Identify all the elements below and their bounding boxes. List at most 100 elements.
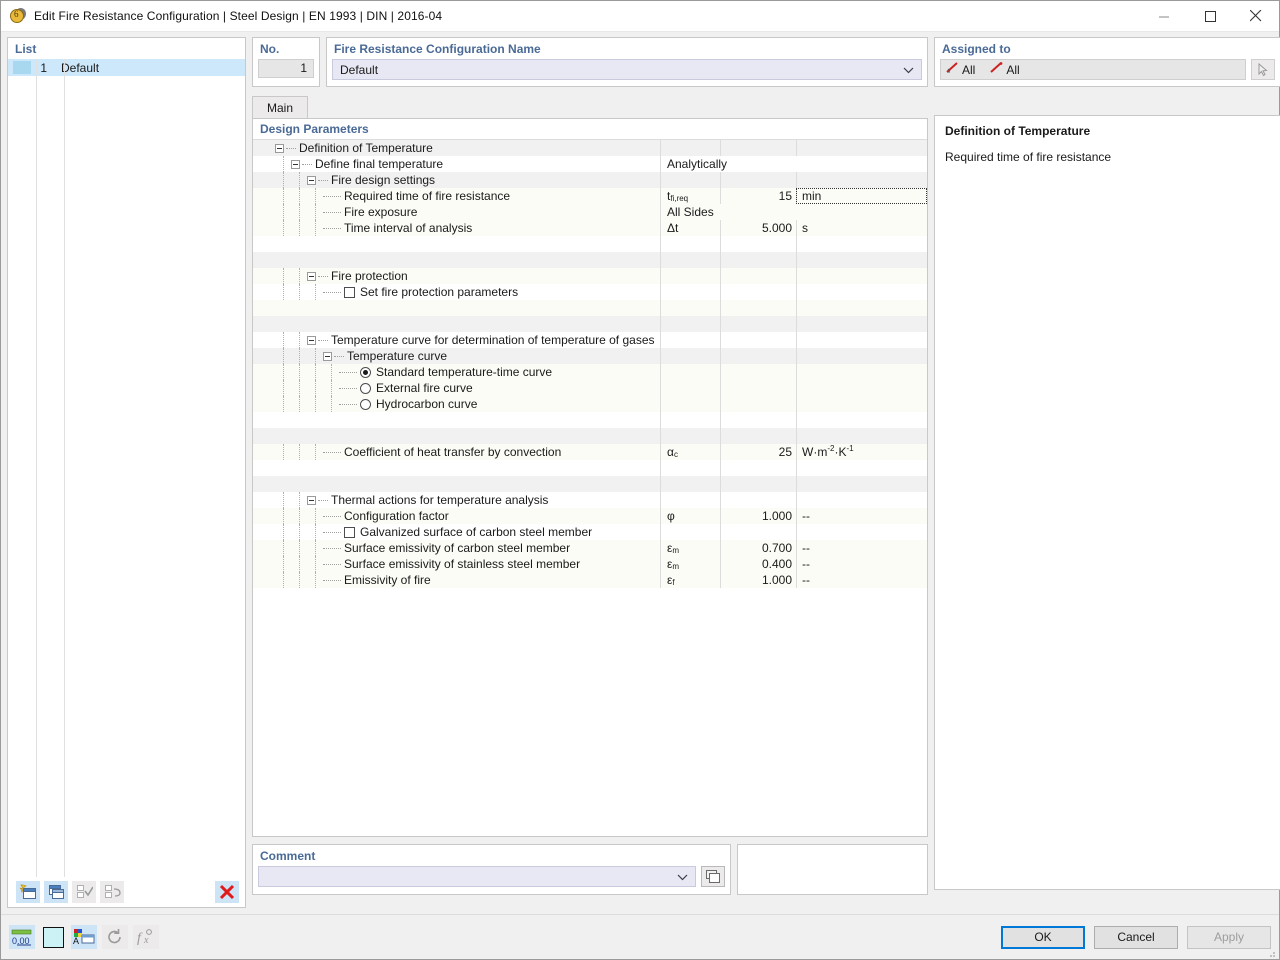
- tree-row-thermal-actions-for-temperature-analysis[interactable]: Thermal actions for temperature analysis: [253, 492, 927, 508]
- tree-unit-standard-temperature-time-curve[interactable]: [796, 364, 927, 380]
- tree-unit-definition-of-temperature[interactable]: [796, 140, 927, 156]
- tree-unit-fire-design-settings[interactable]: [796, 172, 927, 188]
- tree-row-fire-exposure[interactable]: Fire exposure All Sides: [253, 204, 927, 220]
- tree-row-surface-emissivity-of-stainless-steel-member[interactable]: Surface emissivity of stainless steel me…: [253, 556, 927, 572]
- checkbox-galvanized-surface-of-carbon-steel-member[interactable]: [344, 526, 355, 538]
- tree-unit-time-interval-of-analysis[interactable]: s: [796, 220, 927, 236]
- close-icon[interactable]: [1233, 1, 1279, 32]
- tree-collapse-icon[interactable]: [307, 335, 316, 345]
- tree-collapse-icon[interactable]: [275, 143, 284, 153]
- tree-value-fire-design-settings[interactable]: [720, 172, 796, 188]
- color-swatch-button[interactable]: [40, 925, 66, 949]
- tree-unit-set-fire-protection-parameters[interactable]: [796, 284, 927, 300]
- tree-row-coefficient-of-heat-transfer-by-convection[interactable]: Coefficient of heat transfer by convecti…: [253, 444, 927, 460]
- tree-value-set-fire-protection-parameters[interactable]: [720, 284, 796, 300]
- tree-value-time-interval-of-analysis[interactable]: 5.000: [720, 220, 796, 236]
- tree-collapse-icon[interactable]: [323, 351, 332, 361]
- decimal-places-button[interactable]: 0.00: [9, 925, 35, 949]
- tree-unit-temperature-curve-for-gases[interactable]: [796, 332, 927, 348]
- tree-collapse-icon[interactable]: [291, 159, 300, 169]
- chevron-down-icon[interactable]: [677, 870, 688, 884]
- tree-row-configuration-factor[interactable]: Configuration factor φ 1.000 --: [253, 508, 927, 524]
- tree-row-required-time-of-fire-resistance[interactable]: Required time of fire resistance t fi,req 1…: [253, 188, 927, 204]
- tree-value-external-fire-curve[interactable]: [720, 380, 796, 396]
- tree-row-fire-design-settings[interactable]: Fire design settings: [253, 172, 927, 188]
- tree-row-temperature-curve[interactable]: Temperature curve: [253, 348, 927, 364]
- tree-value-hydrocarbon-curve[interactable]: [720, 396, 796, 412]
- tree-unit-galvanized-surface-of-carbon-steel-member[interactable]: [796, 524, 927, 540]
- tree-row-standard-temperature-time-curve[interactable]: Standard temperature-time curve: [253, 364, 927, 380]
- tree-row-define-final-temperature[interactable]: Define final temperature Analytically: [253, 156, 927, 172]
- display-properties-button[interactable]: A: [71, 925, 97, 949]
- tree-value-surface-emissivity-of-stainless-steel-member[interactable]: 0.400: [720, 556, 796, 572]
- tree-unit-configuration-factor[interactable]: --: [796, 508, 927, 524]
- tree-unit-emissivity-of-fire[interactable]: --: [796, 572, 927, 588]
- tree-value-configuration-factor[interactable]: 1.000: [720, 508, 796, 524]
- list-item[interactable]: 1 Default: [8, 59, 245, 76]
- configuration-name-combobox[interactable]: Default: [332, 59, 922, 80]
- tree-unit-hydrocarbon-curve[interactable]: [796, 396, 927, 412]
- assigned-to-field[interactable]: All All: [940, 59, 1246, 80]
- tree-unit-required-time-of-fire-resistance[interactable]: min: [796, 188, 927, 204]
- tree-unit-external-fire-curve[interactable]: [796, 380, 927, 396]
- parameter-tree[interactable]: Definition of Temperature Define final te…: [253, 140, 927, 836]
- tree-value-surface-emissivity-of-carbon-steel-member[interactable]: 0.700: [720, 540, 796, 556]
- tree-value-temperature-curve-for-gases[interactable]: [720, 332, 796, 348]
- tree-row-galvanized-surface-of-carbon-steel-member[interactable]: Galvanized surface of carbon steel membe…: [253, 524, 927, 540]
- radio-external-fire-curve[interactable]: [360, 382, 371, 394]
- tree-label-text: Temperature curve: [347, 349, 448, 363]
- tree-value-thermal-actions-for-temperature-analysis[interactable]: [720, 492, 796, 508]
- tree-label-cell: [275, 476, 660, 492]
- tree-row-hydrocarbon-curve[interactable]: Hydrocarbon curve: [253, 396, 927, 412]
- info-panel-text: Required time of fire resistance: [945, 150, 1112, 164]
- tree-collapse-icon[interactable]: [307, 495, 316, 505]
- tree-row-set-fire-protection-parameters[interactable]: Set fire protection parameters: [253, 284, 927, 300]
- tree-value-definition-of-temperature[interactable]: [720, 140, 796, 156]
- tree-collapse-icon[interactable]: [307, 271, 316, 281]
- delete-configuration-button[interactable]: [215, 881, 239, 903]
- new-configuration-button[interactable]: [16, 881, 40, 903]
- tree-gutter: [253, 140, 275, 156]
- tree-row-fire-protection[interactable]: Fire protection: [253, 268, 927, 284]
- radio-hydrocarbon-curve[interactable]: [360, 398, 371, 410]
- tree-guide-line: [299, 556, 300, 572]
- tree-value-fire-exposure[interactable]: All Sides: [660, 204, 796, 220]
- comment-library-button[interactable]: [701, 866, 725, 887]
- tree-value-define-final-temperature[interactable]: Analytically: [660, 156, 796, 172]
- maximize-icon[interactable]: [1187, 1, 1233, 32]
- tree-label-cell: Galvanized surface of carbon steel membe…: [275, 524, 660, 540]
- tree-row-external-fire-curve[interactable]: External fire curve: [253, 380, 927, 396]
- tree-row-definition-of-temperature[interactable]: Definition of Temperature: [253, 140, 927, 156]
- minimize-icon[interactable]: [1141, 1, 1187, 32]
- ok-button[interactable]: OK: [1001, 925, 1085, 949]
- tree-value-standard-temperature-time-curve[interactable]: [720, 364, 796, 380]
- tree-unit-coefficient-of-heat-transfer-by-convection[interactable]: W·m -2 ·K -1: [796, 444, 927, 460]
- checkbox-set-fire-protection-parameters[interactable]: [344, 286, 355, 298]
- tree-row-surface-emissivity-of-carbon-steel-member[interactable]: Surface emissivity of carbon steel membe…: [253, 540, 927, 556]
- tree-collapse-icon[interactable]: [307, 175, 316, 185]
- radio-standard-temperature-time-curve[interactable]: [360, 366, 371, 378]
- tree-unit-fire-protection[interactable]: [796, 268, 927, 284]
- chevron-down-icon[interactable]: [903, 63, 914, 77]
- tree-value-required-time-of-fire-resistance[interactable]: 15: [720, 188, 796, 204]
- tab-main[interactable]: Main: [252, 96, 309, 118]
- tree-row-emissivity-of-fire[interactable]: Emissivity of fire ε f 1.000 --: [253, 572, 927, 588]
- copy-configuration-button[interactable]: [44, 881, 68, 903]
- tree-unit-thermal-actions-for-temperature-analysis[interactable]: [796, 492, 927, 508]
- tree-unit-temperature-curve[interactable]: [796, 348, 927, 364]
- resize-grip[interactable]: [1266, 947, 1276, 957]
- tree-unit-surface-emissivity-of-stainless-steel-member[interactable]: --: [796, 556, 927, 572]
- comment-input[interactable]: [258, 866, 696, 887]
- tree-row-temperature-curve-for-gases[interactable]: Temperature curve for determination of t…: [253, 332, 927, 348]
- tree-row-time-interval-of-analysis[interactable]: Time interval of analysis Δt 5.000 s: [253, 220, 927, 236]
- configuration-list[interactable]: 1 Default: [8, 59, 245, 877]
- tree-value-fire-protection[interactable]: [720, 268, 796, 284]
- tree-unit-surface-emissivity-of-carbon-steel-member[interactable]: --: [796, 540, 927, 556]
- tree-value-emissivity-of-fire[interactable]: 1.000: [720, 572, 796, 588]
- tree-value-galvanized-surface-of-carbon-steel-member[interactable]: [720, 524, 796, 540]
- tree-label-text: Definition of Temperature: [299, 141, 433, 155]
- cancel-button[interactable]: Cancel: [1094, 925, 1178, 949]
- tree-value-coefficient-of-heat-transfer-by-convection[interactable]: 25: [720, 444, 796, 460]
- tree-value-temperature-curve[interactable]: [720, 348, 796, 364]
